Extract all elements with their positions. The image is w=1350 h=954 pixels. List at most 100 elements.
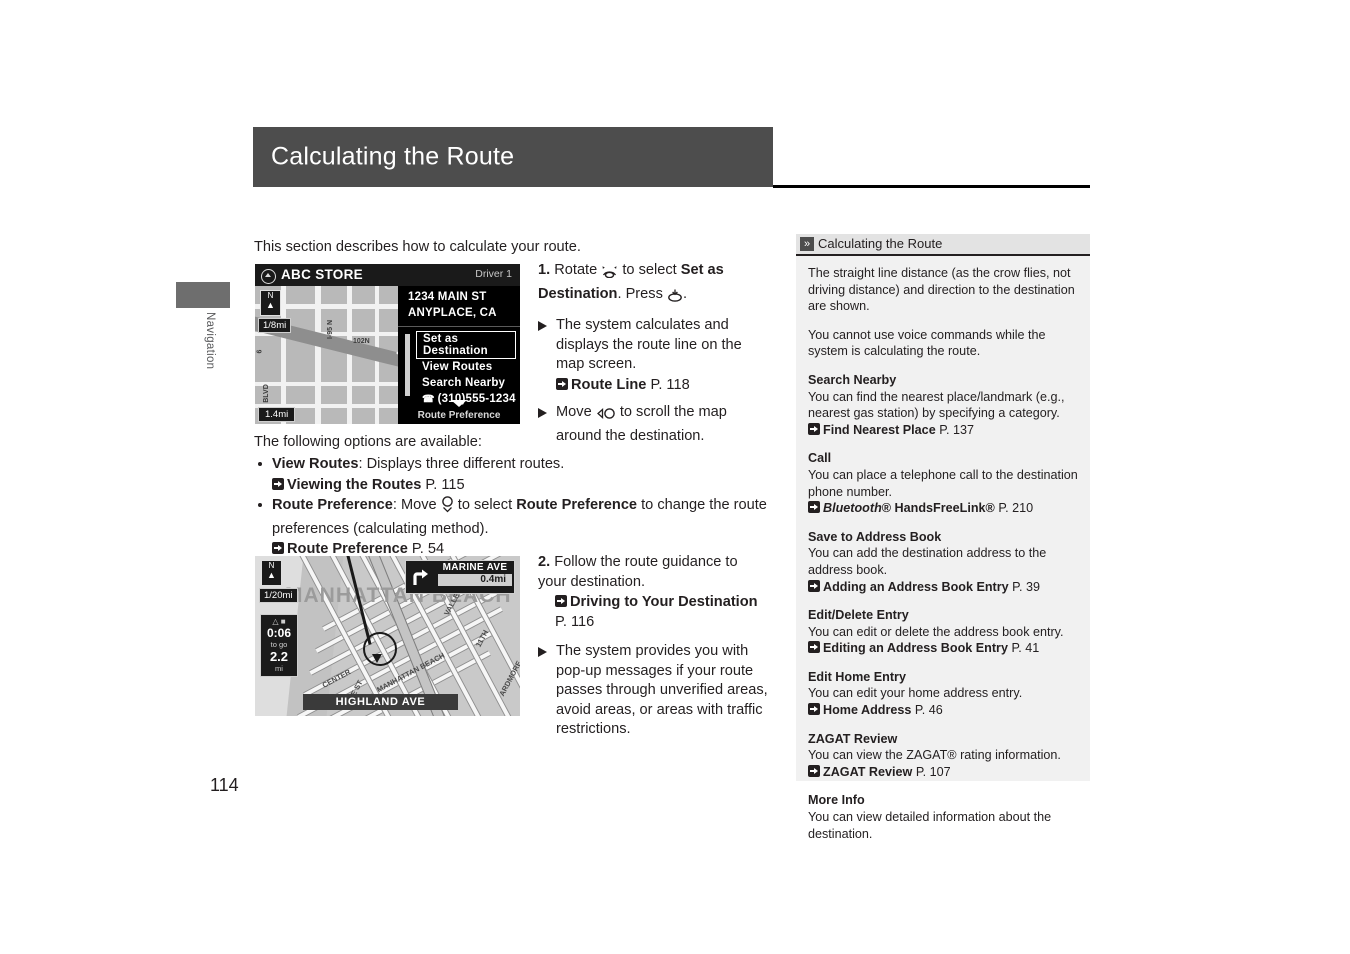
step-1-text-end: . [682, 285, 688, 302]
nav-divider [398, 326, 520, 327]
map-scale-indicator: 1/8mi [258, 318, 292, 333]
sidebar-ref-label-1-italic: Bluetooth [823, 501, 882, 516]
turn-right-icon [406, 561, 436, 593]
option-1-desc: : Displays three different routes. [358, 456, 565, 472]
turn-guidance-detail: MARINE AVE 0.4mi [436, 561, 514, 593]
sidebar-block-edit-home-entry: Edit Home Entry You can edit your home a… [808, 669, 1078, 719]
compass-letter: N [267, 291, 274, 300]
sidebar-body-edit-home: You can edit your home address entry. [808, 686, 1023, 701]
turn-guidance-box: MARINE AVE 0.4mi [405, 560, 515, 594]
nav-phone-number: (310)555-1234 [437, 393, 516, 405]
sidebar-title: Calculating the Route [818, 236, 943, 251]
sidebar-ref-page-3: P. 41 [1011, 641, 1040, 656]
step-1-sub-1-ref-page: P. 118 [650, 376, 690, 393]
guidance-distance: 0.4mi [438, 574, 512, 586]
sidebar-ref-edit-delete[interactable]: Editing an Address Book Entry P. 41 [808, 640, 1078, 657]
option-view-routes: View Routes: Displays three different ro… [255, 455, 782, 495]
sidebar-header: » Calculating the Route [796, 234, 1090, 256]
step-2-ref-page: P. 116 [555, 613, 595, 630]
nav-menu-item-search-nearby[interactable]: Search Nearby [416, 375, 516, 391]
nav-footer-label: Route Preference [417, 410, 501, 421]
reference-arrow-icon-10 [808, 764, 820, 777]
step-2-sub-1-text: The system provides you with pop-up mess… [556, 643, 768, 737]
route-distance: 2.2 [269, 649, 289, 664]
reference-arrow-icon-4 [555, 595, 567, 607]
bullet-dot-icon [258, 462, 262, 466]
double-chevron-icon: » [800, 237, 814, 251]
option-1-reference[interactable]: Viewing the Routes P. 115 [272, 476, 782, 496]
sidebar-body-zagat: You can view the ZAGAT® rating informati… [808, 748, 1061, 763]
intro-text: This section describes how to calculate … [254, 239, 581, 255]
sidebar-body-more-info: You can view detailed information about … [808, 810, 1052, 841]
sidebar-ref-search-nearby[interactable]: Find Nearest Place P. 137 [808, 422, 1078, 439]
map-street-label-2: 102N [353, 338, 370, 345]
step-1-sub-1-ref-label: Route Line [571, 376, 647, 393]
sidebar-ref-label-2: Adding an Address Book Entry [823, 579, 1009, 594]
sidebar-heading-search-nearby: Search Nearby [808, 372, 897, 387]
nav-menu-list: Set as Destination View Routes Search Ne… [416, 331, 516, 407]
compass-letter-2: N [268, 561, 275, 570]
option-1-ref-label: Viewing the Routes [287, 476, 422, 493]
sidebar-ref-edit-home[interactable]: Home Address P. 46 [808, 702, 1078, 719]
nav-menu-item-view-routes[interactable]: View Routes [416, 359, 516, 375]
option-1-ref-page: P. 115 [425, 476, 465, 493]
sidebar-body-call: You can place a telephone call to the de… [808, 467, 1078, 499]
step-2-reference[interactable]: Driving to Your Destination P. 116 [538, 593, 770, 632]
sidebar-heading-edit-delete: Edit/Delete Entry [808, 608, 909, 623]
current-street-banner: HIGHLAND AVE [303, 694, 458, 710]
reference-arrow-icon-6 [808, 501, 820, 514]
phone-icon: ☎ [422, 394, 435, 405]
sidebar-block-call: Call You can place a telephone call to t… [808, 450, 1078, 516]
sidebar-heading-save-address: Save to Address Book [808, 529, 942, 544]
sidebar-paragraph-1: The straight line distance (as the crow … [808, 266, 1075, 314]
page-title: Calculating the Route [271, 142, 515, 171]
sidebar-ref-page-0: P. 137 [939, 422, 974, 437]
navigation-screenshot-route-guidance: MANHATTAN BEACH CENTER MANHATTAN BEACH 1… [255, 556, 520, 716]
guidance-street-name: MARINE AVE [442, 562, 508, 573]
reference-arrow-icon-8 [808, 641, 820, 654]
sidebar-ref-call[interactable]: Bluetooth® HandsFreeLink® P. 210 [808, 500, 1078, 517]
options-intro-text: The following options are available: [254, 434, 482, 450]
sidebar-paragraph-2: You cannot use voice commands while the … [808, 327, 1046, 359]
step-1-text-mid: to select [622, 262, 677, 278]
sidebar-heading-more-info: More Info [808, 793, 865, 808]
reference-arrow-icon-3 [272, 542, 284, 554]
map-street-label-4: BLVD [262, 384, 270, 403]
option-2-ref-page: P. 54 [411, 541, 445, 557]
reference-arrow-icon-9 [808, 703, 820, 716]
option-1-label: View Routes [272, 456, 359, 472]
step-2-sub-1: The system provides you with pop-up mess… [538, 642, 770, 740]
sidebar-ref-page-5: P. 107 [915, 764, 951, 779]
place-marker-icon [261, 269, 276, 284]
sidebar-ref-label-1-rest: ® HandsFreeLink® [881, 501, 995, 516]
option-2-bold-target: Route Preference [516, 497, 638, 513]
sidebar-ref-label-4: Home Address [823, 703, 912, 718]
sidebar-heading-edit-home: Edit Home Entry [808, 669, 906, 684]
sidebar-ref-zagat[interactable]: ZAGAT Review P. 107 [808, 764, 1078, 781]
map-street-label-3: 6 [256, 349, 264, 354]
compass-icon-2: N ▲ [261, 560, 282, 586]
sidebar-heading-zagat: ZAGAT Review [808, 731, 898, 746]
option-2-ref-label: Route Preference [287, 541, 408, 557]
nav-menu-item-set-as-destination[interactable]: Set as Destination [416, 331, 516, 359]
nav-map-pane: N ▲ 1/8mi 1.4mi I-95 N 102N 6 BLVD [255, 286, 398, 424]
triangle-bullet-icon-2 [538, 408, 547, 418]
navigation-screenshot-destination-menu: ABC STORE Driver 1 N ▲ 1/8mi 1.4mi I-95 … [255, 264, 520, 424]
section-tab [176, 282, 230, 308]
nav-scrollbar[interactable] [405, 334, 410, 396]
step-2-instruction: 2. Follow the route guidance to your des… [538, 553, 770, 592]
header-rule [773, 185, 1090, 188]
step-1-sub-2-text-before: Move [556, 404, 592, 420]
joystick-down-icon [441, 496, 454, 520]
sidebar-block-more-info: More Info You can view detailed informat… [808, 792, 1078, 842]
sidebar-ref-label-5: ZAGAT Review [823, 764, 913, 779]
nav-address-line-1: 1234 MAIN ST [408, 291, 487, 303]
scroll-down-arrow-icon[interactable] [451, 400, 467, 407]
section-label: Navigation [204, 312, 216, 370]
route-eta-suffix: to go [270, 640, 288, 649]
sidebar-ref-save-address[interactable]: Adding an Address Book Entry P. 39 [808, 579, 1078, 596]
route-info-box: △ ■ 0:06 to go 2.2 mi [260, 614, 298, 677]
step-1-sub-1-reference[interactable]: Route Line P. 118 [556, 376, 768, 396]
triangle-bullet-icon-3 [538, 647, 547, 657]
map-distance-indicator: 1.4mi [258, 407, 296, 422]
